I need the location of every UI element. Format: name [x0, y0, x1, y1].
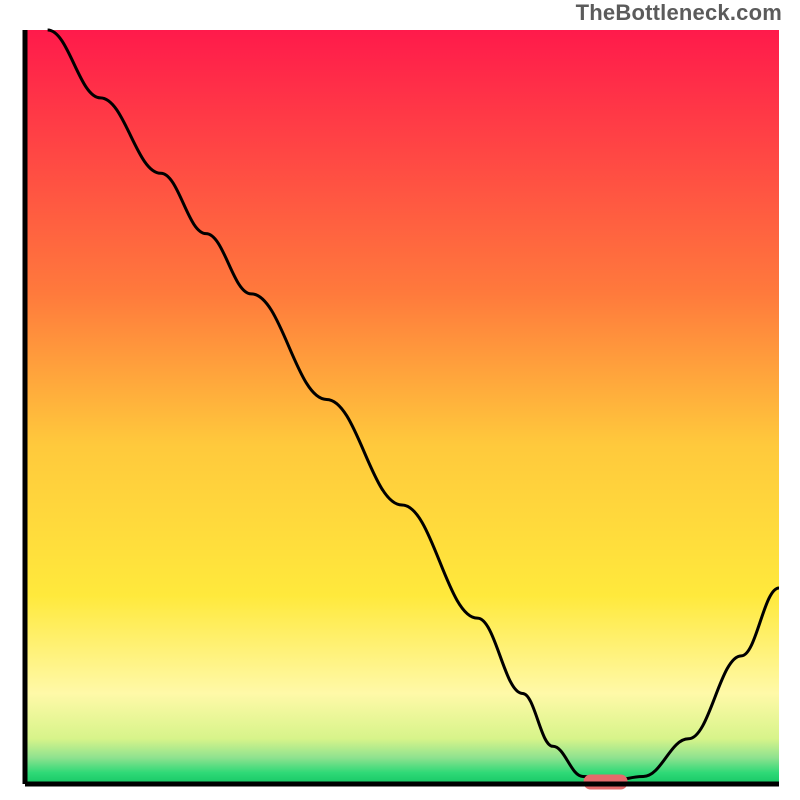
chart-container: TheBottleneck.com [0, 0, 800, 800]
bottleneck-chart [0, 0, 800, 800]
plot-background [25, 30, 779, 784]
